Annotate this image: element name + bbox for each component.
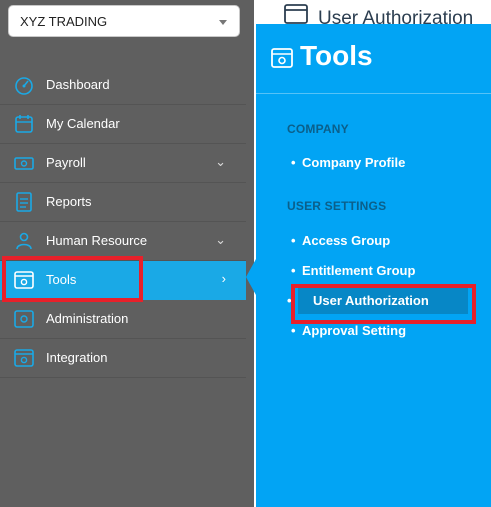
chevron-down-icon: ⌄ [215, 154, 226, 169]
company-selector[interactable]: XYZ TRADING [8, 5, 240, 37]
sidebar-item-dashboard[interactable]: Dashboard [0, 66, 246, 105]
sidebar-item-label: Payroll [46, 155, 86, 170]
background-page-header: User Authorization [254, 0, 491, 24]
link-access-group[interactable]: Access Group [291, 233, 390, 248]
calendar-icon [15, 115, 33, 133]
sidebar-item-label: Administration [46, 311, 129, 326]
sidebar-item-label: My Calendar [46, 116, 120, 131]
chevron-down-icon: ⌄ [215, 232, 226, 247]
administration-icon [14, 310, 34, 328]
section-heading-user-settings: USER SETTINGS [287, 199, 387, 213]
tools-flyout-panel: Tools COMPANY Company Profile USER SETTI… [256, 24, 491, 507]
user-authorization-icon [284, 4, 308, 24]
annotation-box-user-authorization [291, 284, 476, 324]
link-entitlement-group[interactable]: Entitlement Group [291, 263, 415, 278]
sidebar-item-payroll[interactable]: Payroll ⌄ [0, 144, 246, 183]
sidebar-item-label: Dashboard [46, 77, 110, 92]
annotation-box-tools [2, 256, 143, 302]
sidebar-item-administration[interactable]: Administration [0, 300, 246, 339]
link-company-profile[interactable]: Company Profile [291, 155, 405, 170]
background-page-title: User Authorization [318, 8, 474, 24]
flyout-pointer [246, 259, 256, 295]
sidebar: XYZ TRADING Dashboard My Calendar Payrol… [0, 0, 254, 507]
human-resource-icon [16, 232, 32, 250]
chevron-down-icon [219, 20, 227, 25]
tools-panel-header: Tools [256, 24, 491, 94]
sidebar-item-my-calendar[interactable]: My Calendar [0, 105, 246, 144]
chevron-right-icon: › [221, 271, 226, 286]
sidebar-item-label: Human Resource [46, 233, 148, 248]
sidebar-item-integration[interactable]: Integration [0, 339, 246, 378]
reports-document-icon [16, 192, 32, 212]
payroll-money-icon [14, 157, 34, 170]
section-heading-company: COMPANY [287, 122, 349, 136]
dashboard-gauge-icon [15, 77, 33, 95]
sidebar-item-label: Reports [46, 194, 92, 209]
company-selector-value: XYZ TRADING [20, 14, 108, 29]
tools-icon [271, 48, 293, 68]
sidebar-item-reports[interactable]: Reports [0, 183, 246, 222]
integration-icon [14, 349, 34, 367]
link-approval-setting[interactable]: Approval Setting [291, 323, 406, 338]
tools-panel-title: Tools [300, 40, 373, 71]
sidebar-menu: Dashboard My Calendar Payroll ⌄ Reports … [0, 66, 246, 378]
sidebar-item-label: Integration [46, 350, 108, 365]
